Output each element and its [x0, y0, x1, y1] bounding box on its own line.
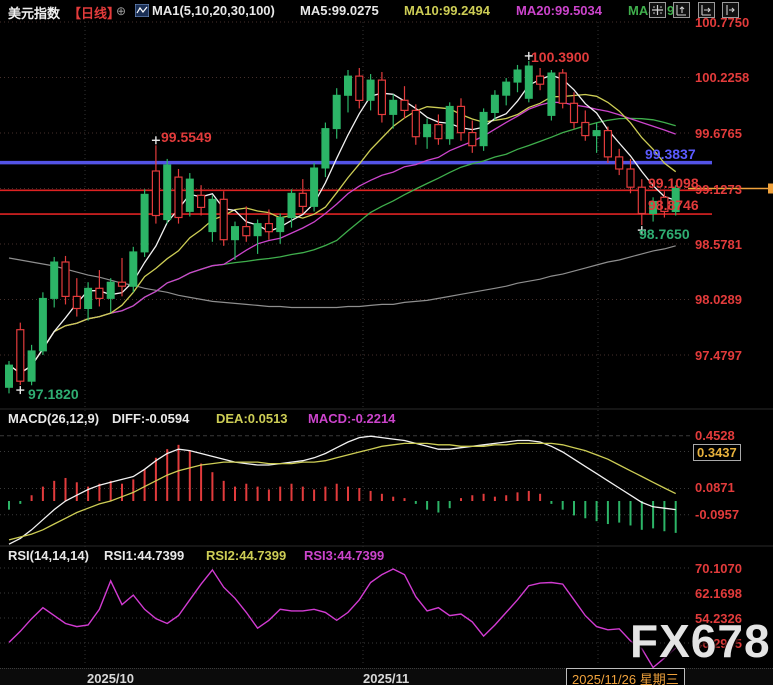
- price-axis-label: 99.6765: [695, 126, 742, 141]
- price-axis-label: 99.1273: [695, 182, 742, 197]
- annotation-recent-low: 98.7650: [639, 226, 690, 242]
- ma-group-label: MA1(5,10,20,30,100): [152, 3, 275, 18]
- rsi-name-label: RSI(14,14,14): [8, 548, 89, 563]
- rsi3-value: RSI3:44.7399: [304, 548, 384, 563]
- time-axis: 2025/10 2025/11 2025/11/26 星期三: [0, 668, 773, 685]
- zoom-vertical-icon[interactable]: [673, 2, 690, 18]
- annotation-top-high: 100.3900: [531, 49, 589, 65]
- period-label: 【日线】: [68, 3, 120, 22]
- red-level-2-label: 98.8746: [648, 197, 699, 213]
- red-level-1-label: 99.1098: [648, 175, 699, 191]
- price-axis-label: 100.7750: [695, 15, 749, 30]
- add-indicator-icon[interactable]: ⊕: [116, 4, 126, 18]
- rsi-axis-label: 70.1070: [695, 561, 742, 576]
- ma20-value: MA20:99.5034: [516, 3, 602, 18]
- fx678-watermark: FX678: [630, 614, 771, 668]
- macd-diff-value: DIFF:-0.0594: [112, 411, 189, 426]
- macd-axis-label: 0.3437: [693, 444, 741, 461]
- rsi2-value: RSI2:44.7399: [206, 548, 286, 563]
- macd-axis-label: -0.0957: [695, 507, 739, 522]
- time-tick-november: 2025/11: [363, 671, 409, 685]
- rsi1-value: RSI1:44.7399: [104, 548, 184, 563]
- annotation-swing-high: 99.5549: [161, 129, 212, 145]
- price-axis-label: 98.0289: [695, 292, 742, 307]
- ma10-value: MA10:99.2494: [404, 3, 490, 18]
- price-axis-label: 100.2258: [695, 70, 749, 85]
- price-axis-label: 98.5781: [695, 237, 742, 252]
- macd-dea-value: DEA:0.0513: [216, 411, 288, 426]
- macd-axis-label: 0.0871: [695, 480, 735, 495]
- instrument-title: 美元指数: [8, 3, 60, 22]
- rsi-axis-label: 62.1698: [695, 586, 742, 601]
- trading-chart-window: 美元指数 【日线】 ⊕ MA1(5,10,20,30,100) MA5:99.0…: [0, 0, 773, 685]
- price-axis-label: 97.4797: [695, 348, 742, 363]
- macd-value: MACD:-0.2214: [308, 411, 395, 426]
- crosshair-icon[interactable]: [649, 2, 666, 18]
- macd-axis-label: 0.4528: [695, 428, 735, 443]
- ma5-value: MA5:99.0275: [300, 3, 379, 18]
- blue-level-label: 99.3837: [645, 146, 696, 162]
- annotation-period-low: 97.1820: [28, 386, 79, 402]
- candlestick-chart-canvas[interactable]: [0, 0, 773, 685]
- current-date-box: 2025/11/26 星期三: [566, 668, 685, 685]
- macd-name-label: MACD(26,12,9): [8, 411, 99, 426]
- time-tick-october: 2025/10: [87, 671, 134, 685]
- chart-type-icon[interactable]: [135, 4, 149, 17]
